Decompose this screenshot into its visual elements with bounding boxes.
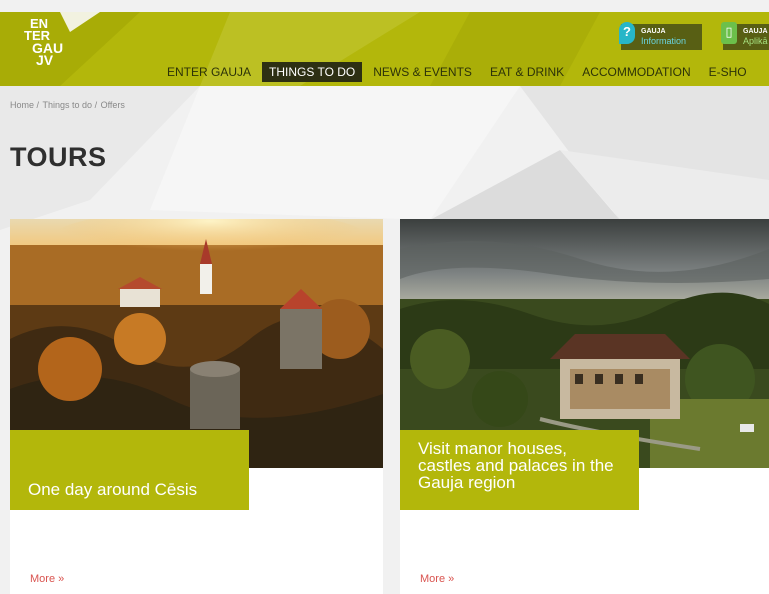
tour-card[interactable]: Visit manor houses, castles and palaces …	[400, 219, 769, 594]
badge-subtitle: Aplikā	[743, 36, 768, 46]
nav-item-enter-gauja[interactable]: ENTER GAUJA	[160, 62, 258, 82]
more-link[interactable]: More »	[30, 573, 64, 585]
breadcrumb-things-to-do[interactable]: Things to do	[43, 100, 93, 110]
nav-item-e-shop[interactable]: E-SHO	[702, 62, 754, 82]
badge-title: GAUJA	[743, 28, 768, 35]
breadcrumb-separator: /	[92, 100, 100, 110]
gauja-information-badge[interactable]: ? GAUJA Information	[619, 22, 702, 50]
nav-item-things-to-do[interactable]: THINGS TO DO	[262, 62, 363, 82]
mobile-app-icon: ▯	[721, 22, 737, 44]
tour-card[interactable]: One day around Cēsis More »	[10, 219, 383, 594]
page-title: TOURS	[10, 142, 107, 172]
breadcrumb-home[interactable]: Home	[10, 100, 34, 110]
gauja-app-badge[interactable]: ▯ GAUJA Aplikā	[721, 22, 769, 50]
logo-line: JV	[36, 52, 54, 68]
nav-item-news-events[interactable]: NEWS & EVENTS	[366, 62, 479, 82]
card-caption: Visit manor houses, castles and palaces …	[400, 430, 639, 510]
badge-title: GAUJA	[641, 28, 666, 35]
site-header: EN TER GAU JV ? GAUJA Information ▯ GAUJ…	[0, 12, 769, 86]
more-link[interactable]: More »	[420, 573, 454, 585]
nav-item-eat-drink[interactable]: EAT & DRINK	[483, 62, 571, 82]
info-pin-icon: ?	[619, 22, 635, 44]
badge-subtitle: Information	[641, 36, 687, 46]
enter-gauja-logo[interactable]: EN TER GAU JV	[22, 17, 70, 82]
breadcrumb-current: Offers	[100, 100, 125, 110]
nav-item-accommodation[interactable]: ACCOMMODATION	[575, 62, 697, 82]
main-nav: ENTER GAUJA THINGS TO DO NEWS & EVENTS E…	[160, 62, 758, 82]
breadcrumb-separator: /	[34, 100, 42, 110]
breadcrumb: Home / Things to do / Offers	[10, 100, 126, 110]
card-caption: One day around Cēsis	[10, 430, 249, 510]
